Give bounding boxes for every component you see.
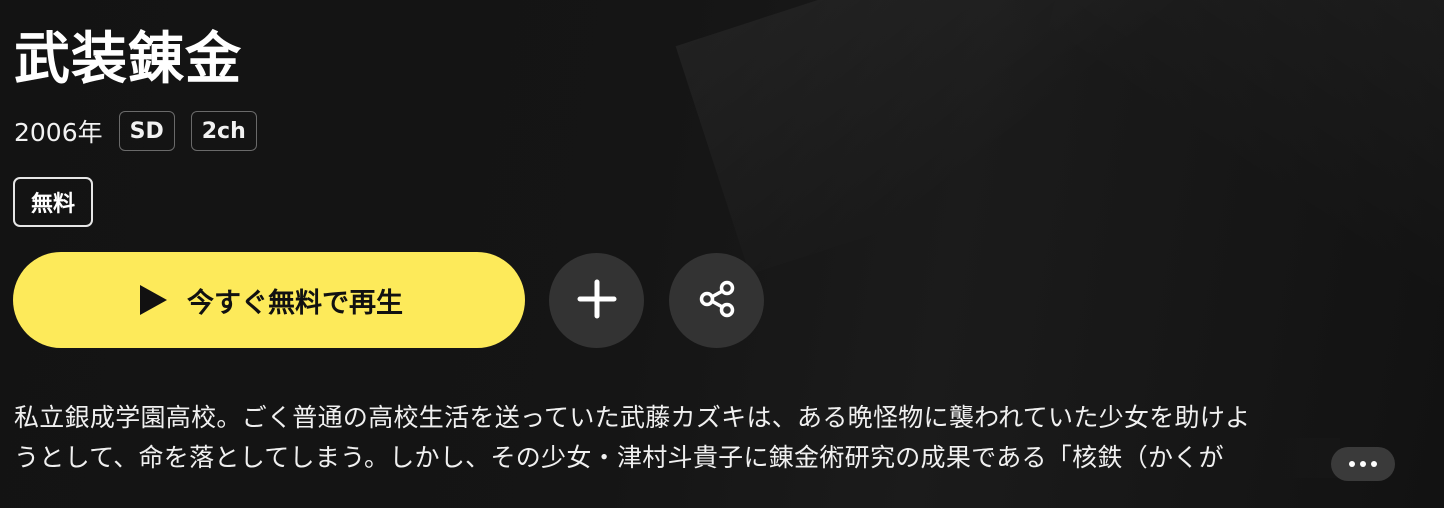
meta-row: 2006年 SD 2ch: [14, 110, 257, 152]
play-icon: [135, 282, 171, 318]
ellipsis-icon: [1349, 461, 1377, 467]
release-year: 2006年: [14, 118, 103, 147]
play-button[interactable]: 今すぐ無料で再生: [13, 252, 525, 348]
page-title: 武装錬金: [14, 27, 242, 92]
add-to-list-button[interactable]: [549, 253, 644, 348]
share-icon: [697, 279, 737, 322]
quality-badge: SD: [118, 111, 175, 151]
title-detail-page: 武装錬金 2006年 SD 2ch 無料 今すぐ無料で再生 私立銀成学園高校。ご…: [0, 0, 1444, 508]
plus-icon: [577, 279, 617, 322]
synopsis-fade: [1260, 438, 1340, 478]
synopsis-line-1: 私立銀成学園高校。ごく普通の高校生活を送っていた武藤カズキは、ある晩怪物に襲われ…: [14, 403, 1251, 432]
synopsis-line-2: うとして、命を落としてしまう。しかし、その少女・津村斗貴子に錬金術研究の成果であ…: [14, 443, 1224, 472]
expand-synopsis-button[interactable]: [1331, 447, 1395, 481]
free-badge: 無料: [13, 177, 93, 227]
background-art: [675, 0, 1245, 275]
synopsis: 私立銀成学園高校。ごく普通の高校生活を送っていた武藤カズキは、ある晩怪物に襲われ…: [14, 398, 1384, 478]
background-art-shadow: [1010, 0, 1444, 292]
play-button-label: 今すぐ無料で再生: [187, 287, 403, 319]
audio-badge: 2ch: [190, 111, 257, 151]
share-button[interactable]: [669, 253, 764, 348]
